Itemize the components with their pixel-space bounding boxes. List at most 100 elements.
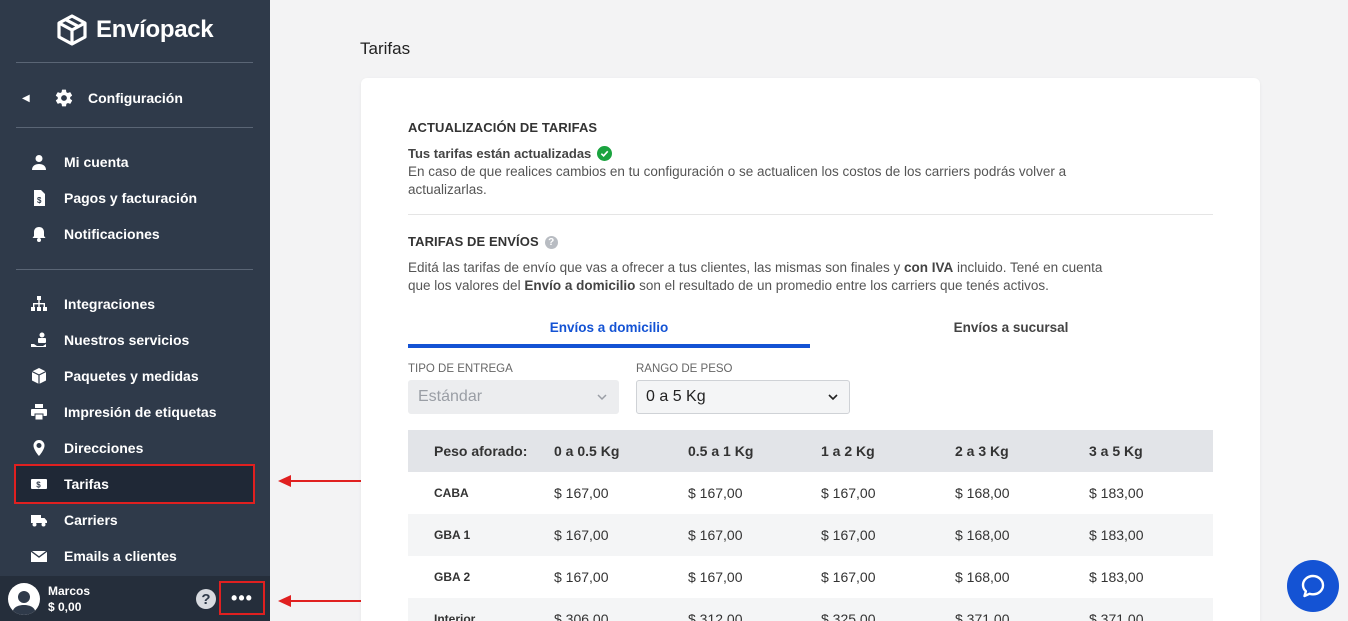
update-status-text: Tus tarifas están actualizadas bbox=[408, 146, 592, 161]
svg-text:$: $ bbox=[37, 196, 42, 205]
svg-text:$: $ bbox=[36, 481, 41, 490]
caret-left-icon: ◀ bbox=[22, 92, 30, 104]
more-options-button[interactable]: ••• bbox=[219, 581, 265, 615]
table-row: CABA $ 167,00 $ 167,00 $ 167,00 $ 168,00… bbox=[408, 472, 1213, 514]
zone-label: Interior bbox=[434, 612, 476, 621]
table-header: 2 a 3 Kg bbox=[955, 443, 1009, 459]
chat-bubble-icon bbox=[1301, 574, 1325, 598]
sidebar-item-label: Nuestros servicios bbox=[64, 332, 190, 348]
sidebar-item-notificaciones[interactable]: Notificaciones bbox=[16, 216, 253, 252]
sidebar-item-carriers[interactable]: Carriers bbox=[16, 502, 253, 538]
gear-icon bbox=[55, 89, 73, 107]
brand-name: Envíopack bbox=[96, 16, 214, 43]
zone-label: CABA bbox=[434, 486, 469, 500]
table-header: 0.5 a 1 Kg bbox=[688, 443, 754, 459]
table-row: GBA 2 $ 167,00 $ 167,00 $ 167,00 $ 168,0… bbox=[408, 556, 1213, 598]
page-title: Tarifas bbox=[360, 39, 411, 58]
user-bar: Marcos $ 0,00 ? ••• bbox=[0, 576, 270, 621]
rate-cell[interactable]: $ 325,00 bbox=[821, 611, 876, 621]
rates-card: ACTUALIZACIÓN DE TARIFAS Tus tarifas est… bbox=[361, 78, 1260, 621]
update-description: En caso de que realices cambios en tu co… bbox=[408, 164, 1067, 197]
delivery-type-select[interactable]: Estándar bbox=[408, 380, 619, 414]
table-row: GBA 1 $ 167,00 $ 167,00 $ 167,00 $ 168,0… bbox=[408, 514, 1213, 556]
sidebar-divider bbox=[16, 269, 253, 270]
tab-envios-sucursal[interactable]: Envíos a sucursal bbox=[810, 310, 1212, 348]
weight-range-label: RANGO DE PESO bbox=[636, 363, 733, 375]
rate-cell[interactable]: $ 183,00 bbox=[1089, 569, 1144, 585]
sidebar-divider bbox=[16, 127, 253, 128]
rates-section-title-row: TARIFAS DE ENVÍOS? bbox=[408, 234, 558, 250]
rate-cell[interactable]: $ 167,00 bbox=[821, 527, 876, 543]
chevron-down-icon bbox=[597, 394, 607, 401]
rate-cell[interactable]: $ 167,00 bbox=[688, 527, 743, 543]
sidebar-item-label: Mi cuenta bbox=[64, 154, 129, 170]
rate-cell[interactable]: $ 167,00 bbox=[688, 569, 743, 585]
sidebar-item-servicios[interactable]: Nuestros servicios bbox=[16, 322, 253, 358]
chevron-down-icon bbox=[828, 394, 838, 401]
rate-cell[interactable]: $ 167,00 bbox=[554, 569, 609, 585]
rates-desc-bold: con IVA bbox=[904, 260, 954, 275]
invoice-icon: $ bbox=[30, 189, 48, 207]
rates-section-title: TARIFAS DE ENVÍOS bbox=[408, 234, 539, 249]
rates-description: Editá las tarifas de envío que vas a ofr… bbox=[408, 259, 1128, 295]
sidebar-item-mi-cuenta[interactable]: Mi cuenta bbox=[16, 144, 253, 180]
table-header: Peso aforado: bbox=[434, 443, 528, 459]
help-question-icon[interactable]: ? bbox=[544, 236, 558, 250]
user-name: Marcos bbox=[48, 583, 91, 598]
sidebar-item-tarifas[interactable]: $ Tarifas bbox=[14, 464, 255, 504]
delivery-type-label: TIPO DE ENTREGA bbox=[408, 363, 513, 375]
rate-cell[interactable]: $ 167,00 bbox=[554, 485, 609, 501]
zone-label: GBA 2 bbox=[434, 570, 471, 584]
user-avatar-icon bbox=[12, 590, 36, 615]
zone-label: GBA 1 bbox=[434, 528, 471, 542]
rate-cell[interactable]: $ 183,00 bbox=[1089, 527, 1144, 543]
brand-logo[interactable]: Envíopack bbox=[56, 14, 214, 46]
rate-cell[interactable]: $ 371,00 bbox=[955, 611, 1010, 621]
sidebar-item-direcciones[interactable]: Direcciones bbox=[16, 430, 253, 466]
rate-cell[interactable]: $ 168,00 bbox=[955, 485, 1010, 501]
printer-icon bbox=[30, 403, 48, 421]
table-header-row: Peso aforado: 0 a 0.5 Kg 0.5 a 1 Kg 1 a … bbox=[408, 430, 1213, 472]
sidebar-item-label: Direcciones bbox=[64, 440, 144, 456]
config-back-button[interactable]: ◀ Configuración bbox=[22, 86, 183, 110]
sidebar-item-label: Impresión de etiquetas bbox=[64, 404, 217, 420]
money-icon: $ bbox=[30, 475, 48, 493]
rate-cell[interactable]: $ 306,00 bbox=[554, 611, 609, 621]
sidebar-item-integraciones[interactable]: Integraciones bbox=[16, 286, 253, 322]
rate-cell[interactable]: $ 167,00 bbox=[821, 569, 876, 585]
rate-cell[interactable]: $ 183,00 bbox=[1089, 485, 1144, 501]
box-icon bbox=[30, 367, 48, 385]
sidebar-item-label: Paquetes y medidas bbox=[64, 368, 199, 384]
sidebar-item-paquetes[interactable]: Paquetes y medidas bbox=[16, 358, 253, 394]
rate-cell[interactable]: $ 167,00 bbox=[821, 485, 876, 501]
check-circle-icon bbox=[597, 146, 613, 161]
sidebar-item-emails[interactable]: Emails a clientes bbox=[16, 538, 253, 574]
rates-table: Peso aforado: 0 a 0.5 Kg 0.5 a 1 Kg 1 a … bbox=[408, 430, 1213, 621]
weight-range-value: 0 a 5 Kg bbox=[646, 388, 706, 405]
help-button[interactable]: ? bbox=[196, 589, 216, 609]
avatar[interactable] bbox=[8, 582, 40, 615]
rate-cell[interactable]: $ 168,00 bbox=[955, 527, 1010, 543]
user-balance: $ 0,00 bbox=[48, 599, 82, 614]
sidebar-item-impresion[interactable]: Impresión de etiquetas bbox=[16, 394, 253, 430]
user-info: Marcos $ 0,00 bbox=[48, 583, 90, 615]
chat-button[interactable] bbox=[1287, 560, 1339, 612]
section-divider bbox=[408, 214, 1213, 215]
rate-cell[interactable]: $ 371,00 bbox=[1089, 611, 1144, 621]
mail-icon bbox=[30, 547, 48, 565]
rates-desc-bold: Envío a domicilio bbox=[524, 278, 636, 293]
rate-cell[interactable]: $ 312,00 bbox=[688, 611, 743, 621]
update-status: Tus tarifas están actualizadas bbox=[408, 146, 613, 161]
rate-cell[interactable]: $ 167,00 bbox=[554, 527, 609, 543]
delivery-type-value: Estándar bbox=[418, 388, 483, 405]
bell-icon bbox=[30, 225, 48, 243]
weight-range-select[interactable]: 0 a 5 Kg bbox=[636, 380, 850, 414]
sidebar-item-pagos[interactable]: $ Pagos y facturación bbox=[16, 180, 253, 216]
tab-envios-domicilio[interactable]: Envíos a domicilio bbox=[408, 310, 810, 348]
rate-cell[interactable]: $ 167,00 bbox=[688, 485, 743, 501]
sitemap-icon bbox=[30, 295, 48, 313]
rate-cell[interactable]: $ 168,00 bbox=[955, 569, 1010, 585]
map-pin-icon bbox=[30, 439, 48, 457]
sidebar-item-label: Emails a clientes bbox=[64, 548, 177, 564]
sidebar-item-label: Integraciones bbox=[64, 296, 156, 312]
